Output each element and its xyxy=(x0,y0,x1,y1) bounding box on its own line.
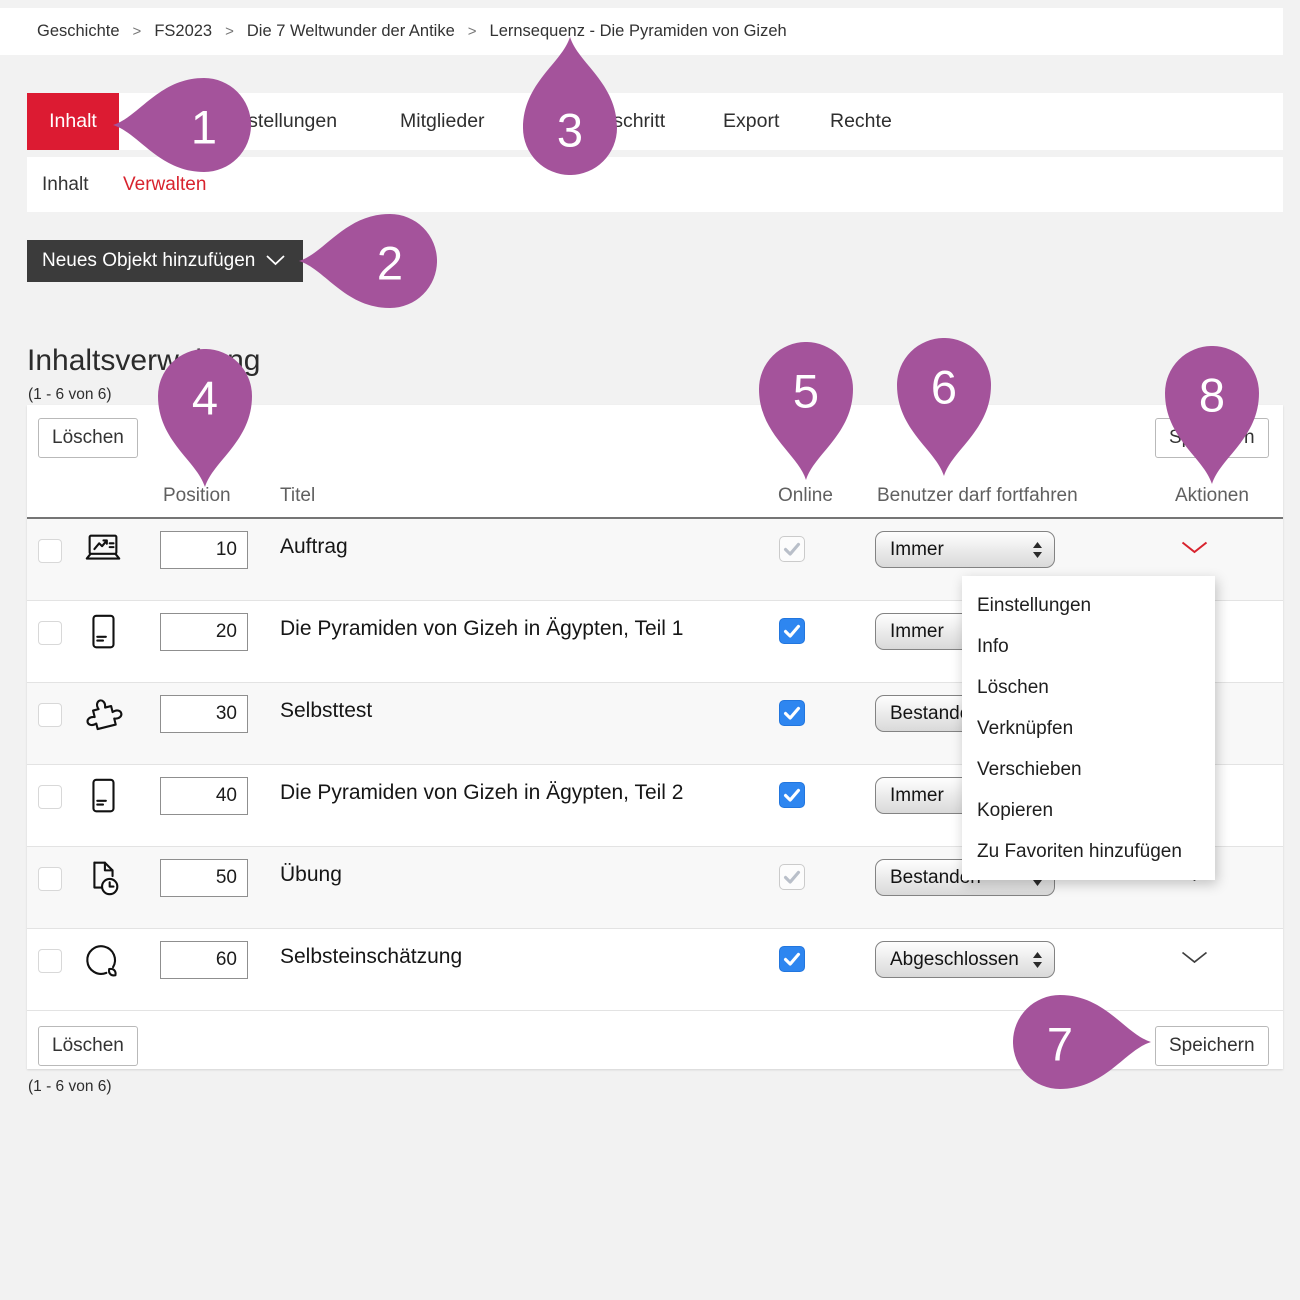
row-title: Selbsteinschätzung xyxy=(280,945,462,969)
result-count-bottom: (1 - 6 von 6) xyxy=(28,1078,112,1096)
delete-button-bottom[interactable]: Löschen xyxy=(38,1026,138,1066)
callout-number: 3 xyxy=(557,107,583,154)
breadcrumb-separator: > xyxy=(468,23,477,40)
callout-number: 4 xyxy=(192,375,218,422)
callout-marker-3: 3 xyxy=(520,35,620,175)
position-input[interactable] xyxy=(160,941,248,979)
callout-marker-8: 8 xyxy=(1162,346,1262,486)
callout-number: 7 xyxy=(1047,1021,1073,1068)
row-select-checkbox[interactable] xyxy=(38,621,62,645)
row-select-checkbox[interactable] xyxy=(38,867,62,891)
action-menu-item[interactable]: Zu Favoriten hinzufügen xyxy=(962,831,1215,872)
callout-marker-5: 5 xyxy=(756,342,856,482)
action-menu-item[interactable]: Kopieren xyxy=(962,790,1215,831)
callout-marker-1: 1 xyxy=(111,75,251,175)
row-select-checkbox[interactable] xyxy=(38,949,62,973)
row-select-checkbox[interactable] xyxy=(38,703,62,727)
column-header-titel: Titel xyxy=(280,485,315,507)
online-checkbox[interactable] xyxy=(779,782,805,808)
action-menu-item[interactable]: Verschieben xyxy=(962,749,1215,790)
save-button-bottom[interactable]: Speichern xyxy=(1155,1026,1269,1066)
position-input[interactable] xyxy=(160,613,248,651)
callout-number: 1 xyxy=(191,104,217,151)
survey-icon xyxy=(82,939,124,981)
condition-select[interactable]: Abgeschlossen xyxy=(875,941,1055,978)
row-title: Die Pyramiden von Gizeh in Ägypten, Teil… xyxy=(280,781,684,805)
breadcrumb-item[interactable]: FS2023 xyxy=(154,22,212,41)
select-stepper-icon xyxy=(1032,951,1043,975)
row-actions-chevron-icon[interactable] xyxy=(1181,951,1208,969)
column-header-fortfahren: Benutzer darf fortfahren xyxy=(877,485,1078,507)
position-input[interactable] xyxy=(160,531,248,569)
callout-marker-4: 4 xyxy=(155,349,255,489)
column-header-online: Online xyxy=(778,485,833,507)
breadcrumb-separator: > xyxy=(225,23,234,40)
action-menu-item[interactable]: Info xyxy=(962,626,1215,667)
online-checkbox xyxy=(779,864,805,890)
action-menu-item[interactable]: Verknüpfen xyxy=(962,708,1215,749)
tab-mitglieder[interactable]: Mitglieder xyxy=(400,93,485,150)
breadcrumb-item[interactable]: Die 7 Weltwunder der Antike xyxy=(247,22,455,41)
select-stepper-icon xyxy=(1032,541,1043,565)
callout-number: 2 xyxy=(377,240,403,287)
action-menu-item[interactable]: Löschen xyxy=(962,667,1215,708)
test-icon xyxy=(82,693,124,735)
row-title: Übung xyxy=(280,863,342,887)
position-input[interactable] xyxy=(160,695,248,733)
action-menu-item[interactable]: Einstellungen xyxy=(962,585,1215,626)
condition-select[interactable]: Immer xyxy=(875,531,1055,568)
callout-marker-7: 7 xyxy=(1013,992,1153,1092)
action-menu: EinstellungenInfoLöschenVerknüpfenVersch… xyxy=(962,576,1215,880)
tab-rechte[interactable]: Rechte xyxy=(830,93,892,150)
subtab-inhalt[interactable]: Inhalt xyxy=(42,157,88,212)
row-select-checkbox[interactable] xyxy=(38,785,62,809)
tab-export[interactable]: Export xyxy=(723,93,779,150)
exercise-icon xyxy=(82,857,124,899)
online-checkbox[interactable] xyxy=(779,700,805,726)
row-actions-chevron-icon[interactable] xyxy=(1181,541,1208,559)
position-input[interactable] xyxy=(160,777,248,815)
result-count-top: (1 - 6 von 6) xyxy=(28,386,112,404)
online-checkbox[interactable] xyxy=(779,618,805,644)
row-title: Die Pyramiden von Gizeh in Ägypten, Teil… xyxy=(280,617,684,641)
callout-number: 5 xyxy=(793,368,819,415)
tab-inhalt[interactable]: Inhalt xyxy=(27,93,119,150)
add-object-button[interactable]: Neues Objekt hinzufügen xyxy=(27,240,303,282)
page: Geschichte > FS2023 > Die 7 Weltwunder der A… xyxy=(0,0,1300,1300)
delete-button-top[interactable]: Löschen xyxy=(38,418,138,458)
condition-select-value: Immer xyxy=(890,785,944,807)
callout-number: 6 xyxy=(931,364,957,411)
add-object-button-label: Neues Objekt hinzufügen xyxy=(42,250,255,272)
learning-module-icon xyxy=(82,775,124,817)
callout-number: 8 xyxy=(1199,372,1225,419)
column-header-aktionen: Aktionen xyxy=(1175,485,1249,507)
learning-module-icon xyxy=(82,611,124,653)
position-input[interactable] xyxy=(160,859,248,897)
row-select-checkbox[interactable] xyxy=(38,539,62,563)
condition-select-value: Immer xyxy=(890,621,944,643)
callout-marker-2: 2 xyxy=(297,211,437,311)
online-checkbox[interactable] xyxy=(779,946,805,972)
chevron-down-icon xyxy=(266,250,285,272)
breadcrumb-separator: > xyxy=(133,23,142,40)
assignment-icon xyxy=(82,529,124,571)
row-title: Auftrag xyxy=(280,535,348,559)
breadcrumb-item[interactable]: Geschichte xyxy=(37,22,120,41)
condition-select-value: Abgeschlossen xyxy=(890,949,1019,971)
callout-marker-6: 6 xyxy=(894,338,994,478)
condition-select-value: Immer xyxy=(890,539,944,561)
online-checkbox xyxy=(779,536,805,562)
breadcrumb: Geschichte > FS2023 > Die 7 Weltwunder der A… xyxy=(0,8,1283,55)
row-title: Selbsttest xyxy=(280,699,372,723)
